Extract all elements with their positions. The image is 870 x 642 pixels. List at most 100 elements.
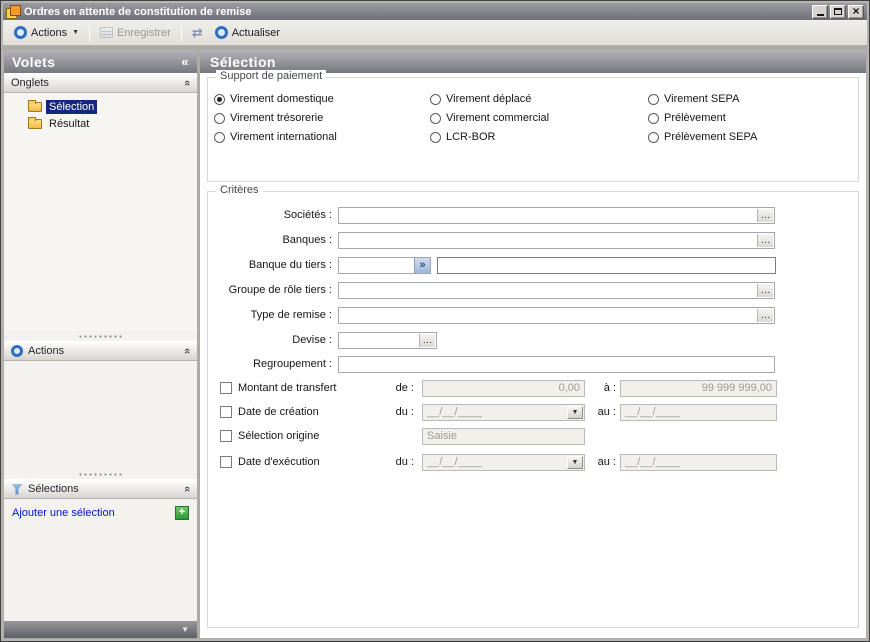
banques-input[interactable]: … — [338, 232, 775, 249]
save-button[interactable]: Enregistrer — [94, 25, 177, 41]
groupe-role-tiers-input[interactable]: … — [338, 282, 775, 299]
date-dropdown-button[interactable]: ▼ — [567, 406, 583, 419]
window-icon — [6, 5, 20, 18]
radio-label: Virement domestique — [230, 93, 334, 105]
montant-min-input[interactable]: 0,00 — [422, 380, 585, 397]
splitter-handle[interactable] — [4, 331, 197, 341]
radio-icon — [430, 132, 441, 143]
maximize-button[interactable] — [830, 5, 846, 19]
actions-label: Actions — [31, 27, 67, 39]
radio-virement-commercial[interactable]: Virement commercial — [430, 111, 549, 125]
radio-virement-sepa[interactable]: Virement SEPA — [648, 92, 739, 106]
input-value: __/__/____ — [423, 455, 584, 470]
form-row-groupe-role-tiers: Groupe de rôle tiers : … — [208, 282, 858, 301]
sidebar-header: Volets « — [4, 50, 197, 73]
date-execution-checkbox[interactable] — [220, 456, 232, 468]
actions-menu-button[interactable]: Actions ▼ — [8, 24, 85, 41]
date-creation-du-combo[interactable]: __/__/____ ▼ — [422, 404, 585, 421]
date-execution-au-input[interactable]: __/__/____ — [620, 454, 777, 471]
add-selection-button[interactable]: + — [175, 506, 189, 520]
form-row-banque-tiers: Banque du tiers : » — [208, 257, 858, 276]
actualiser-button[interactable]: Actualiser — [209, 24, 286, 41]
folder-icon — [28, 119, 42, 129]
tree-item-selection[interactable]: Sélection — [4, 98, 197, 115]
societes-label: Sociétés : — [208, 207, 332, 224]
caret-down-icon: ▼ — [72, 29, 79, 36]
selection-origine-label: Sélection origine — [238, 428, 319, 444]
banques-label: Banques : — [208, 232, 332, 249]
radio-virement-domestique[interactable]: Virement domestique — [214, 92, 334, 106]
add-selection-row: Ajouter une sélection + — [4, 499, 197, 520]
form-row-selection-origine: Sélection origine Saisie — [208, 428, 858, 447]
radio-label: LCR-BOR — [446, 131, 496, 143]
actualiser-icon — [215, 26, 228, 39]
close-button[interactable]: × — [848, 5, 864, 19]
selection-origine-input[interactable]: Saisie — [422, 428, 585, 445]
filter-icon — [11, 484, 23, 495]
tree-item-resultat[interactable]: Résultat — [4, 115, 197, 132]
type-remise-browse-button[interactable]: … — [757, 309, 773, 322]
devise-browse-button[interactable]: … — [419, 334, 435, 347]
radio-label: Virement commercial — [446, 112, 549, 124]
section-header-onglets[interactable]: Onglets « — [4, 73, 197, 93]
radio-label: Prélèvement SEPA — [664, 131, 757, 143]
minimize-button[interactable] — [812, 5, 828, 19]
section-selections-label: Sélections — [28, 483, 79, 495]
radio-label: Prélèvement — [664, 112, 726, 124]
date-dropdown-button[interactable]: ▼ — [567, 456, 583, 469]
date-execution-du-combo[interactable]: __/__/____ ▼ — [422, 454, 585, 471]
splitter-handle[interactable] — [4, 469, 197, 479]
grip-dots-icon — [78, 473, 124, 476]
radio-label: Virement déplacé — [446, 93, 531, 105]
radio-prelevement[interactable]: Prélèvement — [648, 111, 726, 125]
date-creation-au-input[interactable]: __/__/____ — [620, 404, 777, 421]
radio-icon — [214, 94, 225, 105]
section-header-actions[interactable]: Actions « — [4, 341, 197, 361]
minimize-icon — [817, 14, 824, 16]
radio-lcr-bor[interactable]: LCR-BOR — [430, 130, 496, 144]
chevron-up-icon: « — [181, 80, 193, 86]
sidebar-footer-bar[interactable]: ▼ — [4, 621, 197, 638]
banques-browse-button[interactable]: … — [757, 234, 773, 247]
save-label: Enregistrer — [117, 27, 171, 39]
banque-tiers-input[interactable] — [437, 257, 776, 274]
refresh-button[interactable]: ⇄ — [186, 24, 209, 41]
radio-virement-tresorerie[interactable]: Virement trésorerie — [214, 111, 323, 125]
radio-virement-international[interactable]: Virement international — [214, 130, 337, 144]
societes-input[interactable]: … — [338, 207, 775, 224]
montant-checkbox[interactable] — [220, 382, 232, 394]
tree-item-label: Résultat — [46, 117, 92, 131]
main-panel: Sélection Support de paiement Virement d… — [200, 50, 866, 638]
societes-browse-button[interactable]: … — [757, 209, 773, 222]
selection-origine-checkbox[interactable] — [220, 430, 232, 442]
devise-input[interactable]: … — [338, 332, 437, 349]
banque-tiers-combo[interactable]: » — [338, 257, 431, 274]
add-selection-link[interactable]: Ajouter une sélection — [12, 507, 115, 519]
type-remise-input[interactable]: … — [338, 307, 775, 324]
regroupement-input[interactable] — [338, 356, 775, 373]
title-bar[interactable]: Ordres en attente de constitution de rem… — [3, 3, 867, 20]
save-icon — [100, 27, 113, 38]
section-header-selections[interactable]: Sélections « — [4, 479, 197, 499]
form-row-societes: Sociétés : … — [208, 207, 858, 226]
groupbox-label: Critères — [216, 184, 263, 196]
actualiser-label: Actualiser — [232, 27, 280, 39]
montant-max-input[interactable]: 99 999 999,00 — [620, 380, 777, 397]
radio-label: Virement trésorerie — [230, 112, 323, 124]
radio-label: Virement SEPA — [664, 93, 739, 105]
chevron-up-icon: « — [181, 486, 193, 492]
collapse-sidebar-icon[interactable]: « — [181, 54, 189, 69]
radio-prelevement-sepa[interactable]: Prélèvement SEPA — [648, 130, 757, 144]
de-label: de : — [348, 380, 414, 397]
groupbox-label: Support de paiement — [216, 70, 326, 82]
groupbox-criteres: Critères Sociétés : … Banques : … — [207, 191, 859, 628]
groupe-role-tiers-browse-button[interactable]: … — [757, 284, 773, 297]
radio-virement-deplace[interactable]: Virement déplacé — [430, 92, 531, 106]
montant-label: Montant de transfert — [238, 380, 336, 396]
date-creation-checkbox[interactable] — [220, 406, 232, 418]
chevron-up-icon: « — [181, 348, 193, 354]
radio-icon — [430, 94, 441, 105]
banque-tiers-combo-button[interactable]: » — [414, 258, 430, 273]
type-remise-label: Type de remise : — [208, 307, 332, 324]
radio-icon — [648, 94, 659, 105]
